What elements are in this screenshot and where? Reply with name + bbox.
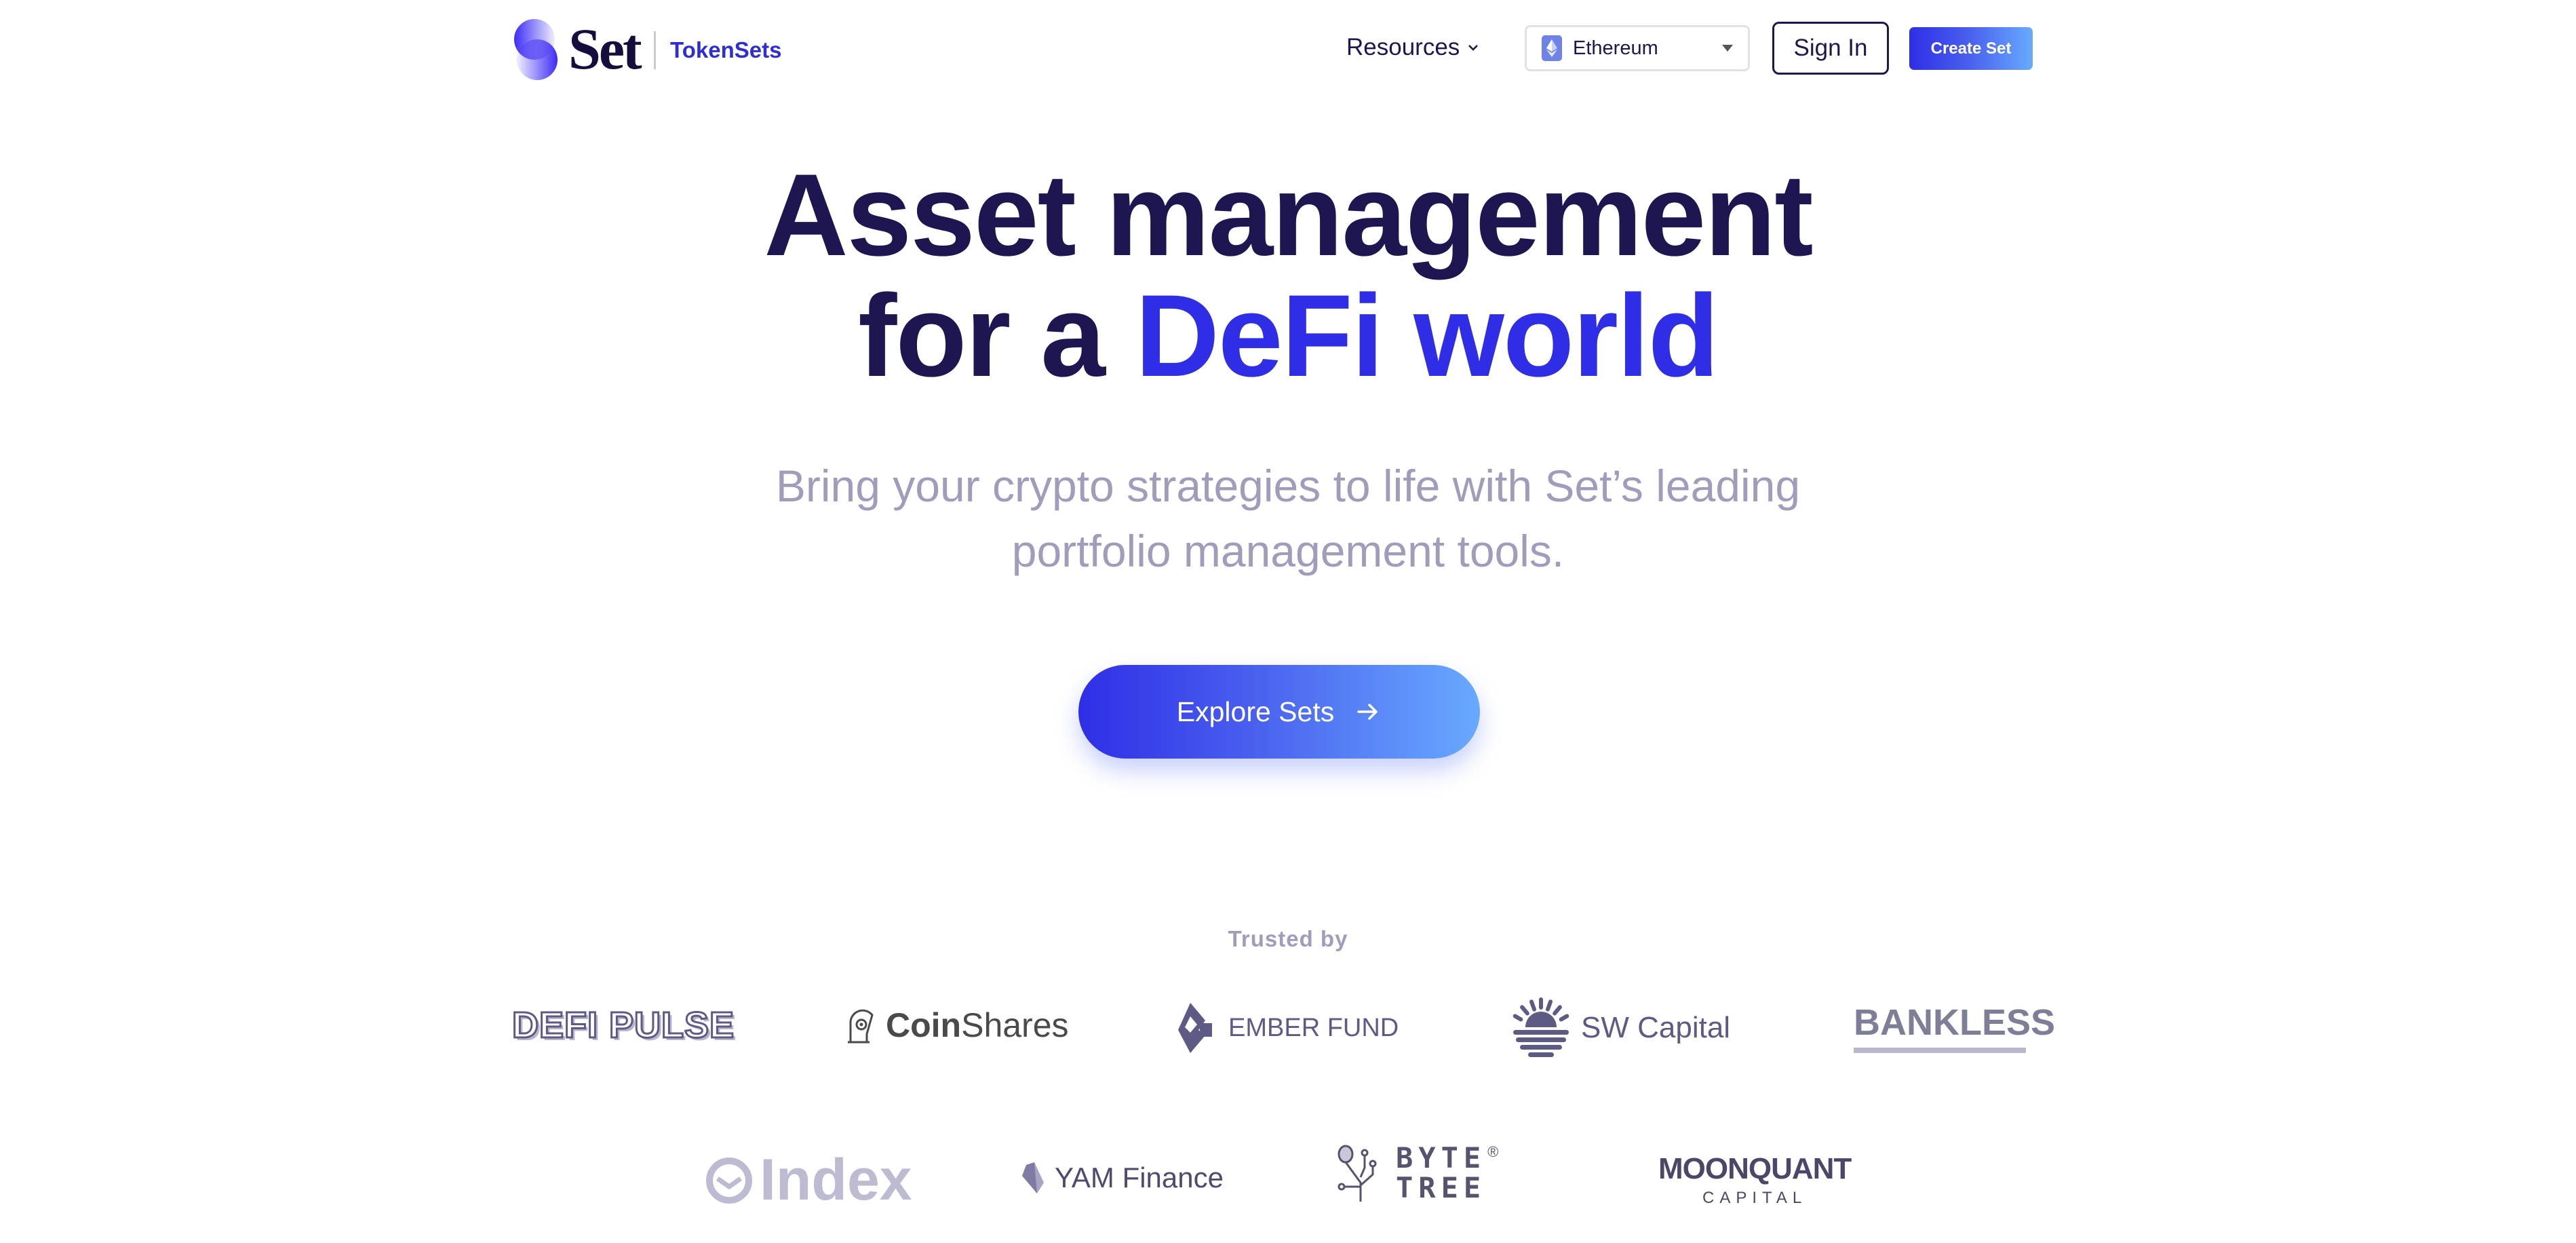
logo-sw-capital: SW Capital (1510, 997, 1730, 1058)
bankless-underline (1854, 1048, 2026, 1053)
set-wordmark[interactable]: Set (568, 15, 642, 83)
caret-down-icon (1722, 45, 1733, 52)
chevron-down-icon (1468, 45, 1479, 51)
product-name[interactable]: TokenSets (670, 35, 781, 65)
explore-sets-label: Explore Sets (1176, 695, 1335, 727)
ember-fund-text: EMBER FUND (1228, 1013, 1399, 1042)
arrow-right-icon (1357, 704, 1378, 720)
bytetree-circuit-icon (1338, 1145, 1377, 1202)
network-selected-value: Ethereum (1573, 37, 1658, 59)
logo-bytetree: BYTE TREE ® (1338, 1143, 1498, 1203)
subtitle-line-2: portfolio management tools. (1011, 526, 1565, 576)
subtitle-line-1: Bring your crypto strategies to life wit… (775, 461, 1801, 511)
logo-divider (654, 31, 656, 69)
yam-icon (1022, 1162, 1044, 1193)
defi-pulse-text: DEFI PULSE (511, 1004, 735, 1047)
sw-capital-sun-icon (1513, 997, 1569, 1057)
trusted-by-label: Trusted by (1228, 926, 1348, 951)
resources-menu[interactable]: Resources (1346, 33, 1480, 62)
coinshares-helmet-icon (848, 1009, 874, 1044)
headline-prefix: for a (858, 271, 1135, 401)
ethereum-icon (1542, 35, 1562, 61)
coinshares-light: Shares (961, 1006, 1069, 1044)
coinshares-bold: Coin (886, 1006, 962, 1044)
moonquant-capital-text: CAPITAL (1702, 1189, 1808, 1207)
logo-moonquant-capital: MOONQUANT CAPITAL (1658, 1152, 1852, 1209)
index-logo-icon (706, 1157, 752, 1204)
create-set-button[interactable]: Create Set (1909, 27, 2033, 70)
network-select[interactable]: Ethereum (1525, 25, 1750, 71)
headline-line-2: for a DeFi world (0, 275, 2576, 396)
registered-mark: ® (1487, 1143, 1499, 1160)
hero-subtitle: Bring your crypto strategies to life wit… (0, 453, 2576, 584)
logo-coinshares: CoinShares (846, 1006, 1069, 1045)
ember-fund-icon (1178, 1003, 1212, 1053)
bytetree-line-1: BYTE (1396, 1141, 1487, 1174)
explore-sets-button[interactable]: Explore Sets (1078, 665, 1480, 759)
sw-capital-text: SW Capital (1581, 1011, 1731, 1044)
hero-headline: Asset management for a DeFi world (0, 155, 2576, 396)
sign-in-button[interactable]: Sign In (1772, 22, 1889, 75)
logo-bankless: BANKLESS (1854, 1001, 2056, 1053)
logo-index: Index (705, 1147, 912, 1214)
logo-defi-pulse: DEFI PULSE (511, 1004, 735, 1047)
index-text: Index (760, 1147, 912, 1212)
bankless-text: BANKLESS (1854, 1002, 2056, 1043)
yam-finance-text: YAM Finance (1055, 1162, 1224, 1193)
logo-yam-finance: YAM Finance (1021, 1162, 1224, 1194)
logo-ember-fund: EMBER FUND (1178, 1003, 1399, 1053)
bytetree-line-2: TREE (1396, 1171, 1487, 1204)
moonquant-text: MOONQUANT (1658, 1152, 1852, 1185)
headline-accent: DeFi world (1135, 271, 1719, 401)
headline-line-1: Asset management (764, 150, 1813, 280)
resources-label: Resources (1346, 34, 1460, 60)
set-logo-mark[interactable] (514, 18, 558, 81)
